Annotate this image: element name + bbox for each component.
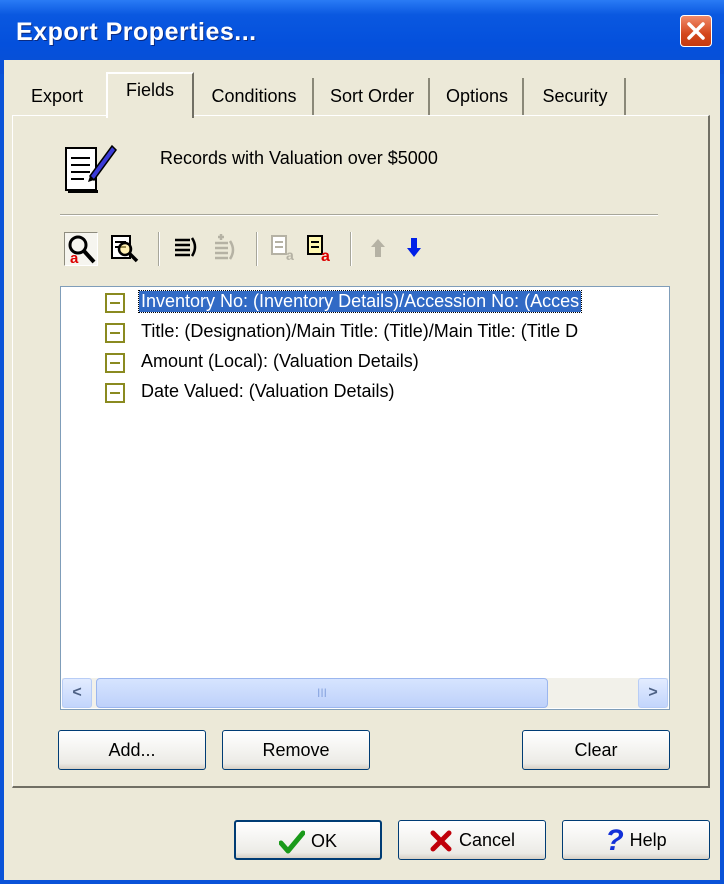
tab-label: Conditions	[211, 86, 297, 106]
dialog-client-area: Export Fields Conditions Sort Order Opti…	[4, 60, 720, 880]
query-description: Records with Valuation over $5000	[160, 148, 438, 168]
rename-field-button[interactable]: a	[268, 232, 302, 266]
chevron-right-icon: >	[648, 684, 658, 701]
question-mark-icon: ?	[605, 824, 624, 858]
close-icon	[687, 22, 705, 40]
horizontal-scrollbar[interactable]: < III >	[62, 678, 668, 708]
button-label: Help	[629, 830, 667, 850]
field-label: Inventory No: (Inventory Details)/Access…	[137, 290, 583, 313]
tab-label: Security	[542, 86, 608, 106]
close-button[interactable]	[680, 15, 712, 47]
field-find-icon: a	[68, 235, 96, 267]
tab-sort-order[interactable]: Sort Order	[316, 78, 430, 116]
remove-button[interactable]: Remove	[222, 730, 370, 770]
field-icon	[105, 293, 125, 313]
ok-button[interactable]: OK	[234, 820, 382, 860]
browse-field-button[interactable]	[108, 232, 142, 266]
indent-button[interactable]	[170, 232, 204, 266]
field-label: Amount (Local): (Valuation Details)	[141, 351, 419, 371]
button-label: Cancel	[458, 830, 516, 850]
field-browse-icon	[111, 235, 139, 263]
checkmark-icon	[278, 830, 305, 854]
cancel-button[interactable]: Cancel	[398, 820, 546, 860]
field-label: Date Valued: (Valuation Details)	[141, 381, 395, 401]
tab-conditions[interactable]: Conditions	[196, 78, 314, 116]
thumb-grip: III	[316, 686, 327, 700]
label-field-button[interactable]: a	[304, 232, 338, 266]
button-label: Clear	[574, 740, 618, 760]
chevron-left-icon: <	[72, 684, 82, 701]
tab-options[interactable]: Options	[432, 78, 524, 116]
list-outdent-icon	[215, 234, 235, 260]
move-up-icon	[371, 239, 385, 257]
field-label: Title: (Designation)/Main Title: (Title)…	[141, 321, 579, 341]
svg-text:a: a	[286, 247, 294, 263]
scroll-left-button[interactable]: <	[62, 678, 92, 708]
field-icon	[105, 323, 125, 343]
move-up-button[interactable]	[362, 232, 396, 266]
cancel-x-icon	[430, 830, 452, 852]
list-item[interactable]: Title: (Designation)/Main Title: (Title)…	[61, 319, 669, 349]
outdent-button[interactable]	[206, 232, 240, 266]
field-rename-icon: a	[271, 235, 294, 263]
field-label-icon: a	[307, 235, 330, 265]
tab-label: Export	[30, 86, 84, 106]
field-icon	[105, 383, 125, 403]
tab-security[interactable]: Security	[526, 78, 626, 116]
scroll-right-button[interactable]: >	[638, 678, 668, 708]
tab-label: Fields	[125, 80, 174, 100]
list-item[interactable]: Amount (Local): (Valuation Details)	[61, 349, 669, 379]
tab-label: Options	[445, 86, 509, 106]
window-title: Export Properties...	[16, 18, 257, 46]
toolbar-divider	[158, 232, 160, 266]
move-down-button[interactable]	[398, 232, 432, 266]
tab-export[interactable]: Export	[12, 78, 102, 116]
header-divider	[60, 214, 658, 216]
help-button[interactable]: ? Help	[562, 820, 710, 860]
dialog-window: Export Properties... Export Fields Condi…	[0, 0, 724, 884]
tab-label: Sort Order	[329, 86, 415, 106]
add-button[interactable]: Add...	[58, 730, 206, 770]
list-item[interactable]: Inventory No: (Inventory Details)/Access…	[61, 289, 669, 319]
button-label: Remove	[262, 740, 330, 760]
field-icon	[105, 353, 125, 373]
tab-fields[interactable]: Fields	[106, 72, 194, 118]
fields-list[interactable]: Inventory No: (Inventory Details)/Access…	[60, 286, 670, 710]
scrollbar-thumb[interactable]: III	[96, 678, 548, 708]
find-field-button[interactable]: a	[64, 232, 98, 267]
svg-text:a: a	[70, 250, 79, 265]
move-down-icon	[407, 238, 421, 257]
toolbar-divider	[256, 232, 258, 266]
notepad-pen-icon	[65, 144, 117, 193]
toolbar-divider	[350, 232, 352, 266]
clear-button[interactable]: Clear	[522, 730, 670, 770]
svg-text:a: a	[321, 248, 330, 264]
button-label: Add...	[108, 740, 156, 760]
list-item[interactable]: Date Valued: (Valuation Details)	[61, 379, 669, 409]
list-indent-icon	[175, 237, 197, 257]
button-label: OK	[310, 831, 337, 851]
